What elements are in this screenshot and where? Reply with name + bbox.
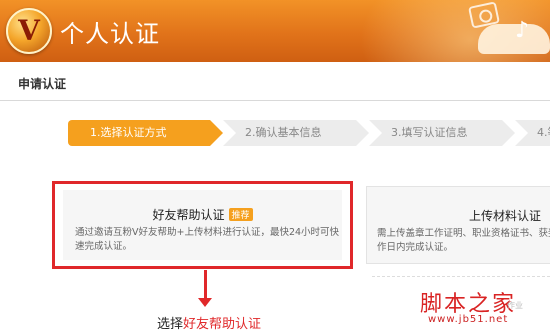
caption-highlight: 好友帮助认证 — [183, 317, 262, 332]
header-banner: V 个人认证 ♪ — [0, 0, 550, 62]
friend-help-description: 通过邀请互粉V好友帮助+上传材料进行认证，最快24小时可快速完成认证。 — [75, 227, 340, 252]
friend-help-title-row: 好友帮助认证 推荐 — [63, 204, 342, 223]
recommend-badge: 推荐 — [228, 208, 253, 221]
faint-text: 作业 — [507, 301, 523, 310]
friend-help-title: 好友帮助认证 — [152, 208, 225, 222]
upload-material-card[interactable]: 上传材料认证 需上传盖章工作证明、职业资格证书、获奖或作日内完成认证。 — [366, 186, 550, 264]
section-title: 申请认证 — [18, 77, 67, 91]
progress-steps: 1.选择认证方式 2.确认基本信息 3.填写认证信息 4.等 — [68, 120, 550, 146]
upload-material-title: 上传材料认证 — [469, 209, 542, 223]
upload-material-description: 需上传盖章工作证明、职业资格证书、获奖或作日内完成认证。 — [377, 228, 550, 253]
brand-logo-icon[interactable]: V — [6, 8, 52, 54]
step-2: 2.确认基本信息 — [223, 120, 369, 146]
caption-prefix: 选择 — [157, 317, 184, 332]
page-title: 个人认证 — [60, 20, 160, 48]
step-3: 3.填写认证信息 — [369, 120, 515, 146]
logo-letter: V — [18, 14, 40, 47]
pointer-arrow-shaft — [204, 270, 207, 300]
music-note-icon: ♪ — [515, 18, 530, 43]
watermark-url: www.jb51.net — [428, 314, 509, 325]
instruction-caption: 选择好友帮助认证 — [157, 313, 261, 332]
section-divider — [0, 100, 550, 101]
divider-line — [372, 276, 550, 277]
step-1: 1.选择认证方式 — [68, 120, 223, 146]
step-4: 4.等 — [515, 120, 550, 146]
down-arrow-icon — [198, 298, 212, 307]
friend-help-card[interactable]: 好友帮助认证 推荐 通过邀请互粉V好友帮助+上传材料进行认证，最快24小时可快速完… — [52, 181, 353, 269]
cloud-icon — [478, 24, 550, 54]
friend-help-card-body: 好友帮助认证 推荐 通过邀请互粉V好友帮助+上传材料进行认证，最快24小时可快速完… — [63, 190, 342, 260]
